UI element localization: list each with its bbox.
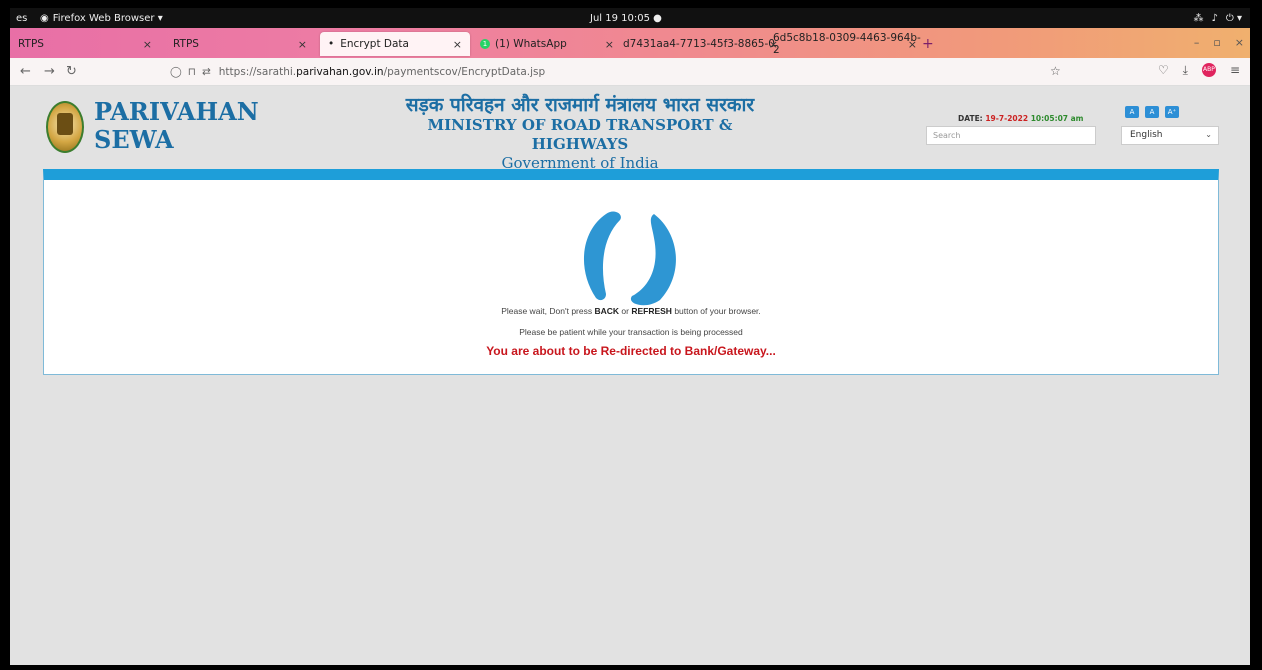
tab-dot-icon: • bbox=[328, 38, 335, 50]
wait-pre: Please wait, Don't press bbox=[501, 306, 595, 316]
date-display: DATE: 19-7-2022 10:05:07 am bbox=[958, 114, 1084, 123]
tab-label: (1) WhatsApp bbox=[495, 38, 567, 50]
bookmark-star-icon[interactable]: ☆ bbox=[1050, 64, 1061, 78]
forward-arrow-icon[interactable]: → bbox=[44, 64, 55, 79]
or-word: or bbox=[619, 306, 632, 316]
back-arrow-icon[interactable]: ← bbox=[20, 64, 31, 79]
minimize-icon[interactable]: – bbox=[1194, 36, 1200, 49]
toolbar-icons: ♡ ⤓ ABP ≡ bbox=[1158, 63, 1240, 78]
brand-line1: PARIVAHAN bbox=[94, 97, 259, 126]
reload-icon[interactable]: ↻ bbox=[66, 64, 77, 79]
url-text: https://sarathi.parivahan.gov.in/payment… bbox=[219, 66, 545, 78]
close-icon[interactable]: × bbox=[143, 38, 152, 51]
permissions-icon: ⇄ bbox=[201, 66, 211, 78]
close-icon[interactable]: × bbox=[298, 38, 307, 51]
activities-button[interactable]: es bbox=[16, 13, 27, 24]
close-icon[interactable]: × bbox=[908, 38, 917, 51]
tab-label: RTPS bbox=[173, 38, 199, 50]
clock[interactable]: Jul 19 10:05 ● bbox=[590, 13, 662, 24]
address-bar[interactable]: ◯ ⊓ ⇄ https://sarathi.parivahan.gov.in/p… bbox=[170, 61, 1070, 83]
ministry-header: सड़क परिवहन और राजमार्ग मंत्रालय भारत सर… bbox=[380, 94, 780, 172]
tab-uuid-2[interactable]: 6d5c8b18-0309-4463-964b-2 × bbox=[765, 32, 925, 56]
national-emblem-logo bbox=[46, 101, 84, 153]
brand-line2: SEWA bbox=[94, 125, 174, 154]
tab-whatsapp[interactable]: 1 (1) WhatsApp × bbox=[472, 32, 622, 56]
url-prefix: https://sarathi. bbox=[218, 66, 297, 78]
search-input[interactable]: Search bbox=[926, 126, 1096, 145]
font-normal-button[interactable]: A bbox=[1145, 106, 1159, 118]
shield-icon: ◯ bbox=[170, 66, 182, 78]
web-page: PARIVAHAN SEWA सड़क परिवहन और राजमार्ग म… bbox=[10, 86, 1250, 665]
tab-rtps-2[interactable]: RTPS × bbox=[165, 32, 315, 56]
close-window-icon[interactable]: × bbox=[1235, 36, 1244, 49]
close-icon[interactable]: × bbox=[453, 38, 462, 51]
menu-icon[interactable]: ≡ bbox=[1230, 63, 1240, 78]
redirect-message: You are about to be Re-directed to Bank/… bbox=[486, 344, 776, 358]
wait-message: Please wait, Don't press BACK or REFRESH… bbox=[44, 306, 1218, 316]
tab-rtps-1[interactable]: RTPS × bbox=[10, 32, 160, 56]
patience-message: Please be patient while your transaction… bbox=[519, 327, 743, 337]
download-icon[interactable]: ⤓ bbox=[1183, 63, 1188, 78]
app-menu[interactable]: ◉ Firefox Web Browser ▾ bbox=[40, 13, 163, 24]
close-icon[interactable]: × bbox=[605, 38, 614, 51]
screen-frame: es ◉ Firefox Web Browser ▾ Jul 19 10:05 … bbox=[0, 0, 1262, 670]
loading-spinner bbox=[583, 211, 676, 306]
tab-label: 6d5c8b18-0309-4463-964b-2 bbox=[773, 32, 921, 56]
adblock-icon[interactable]: ABP bbox=[1201, 63, 1216, 77]
power-icon: ⏻ ▾ bbox=[1225, 12, 1242, 24]
brand-logo[interactable]: PARIVAHAN SEWA bbox=[94, 98, 259, 154]
navigation-bar: ← → ↻ ◯ ⊓ ⇄ https://sarathi.parivahan.go… bbox=[10, 58, 1250, 86]
system-tray[interactable]: ⁂ ♪ ⏻ ▾ bbox=[1194, 13, 1243, 24]
language-value: English bbox=[1130, 130, 1163, 140]
font-increase-button[interactable]: A⁺ bbox=[1165, 106, 1179, 118]
time-value: 10:05:07 am bbox=[1030, 114, 1084, 123]
tab-label: Encrypt Data bbox=[340, 38, 409, 50]
chevron-down-icon: ⌄ bbox=[1205, 130, 1212, 139]
tab-label: RTPS bbox=[18, 38, 44, 50]
processing-panel: Please wait, Don't press BACK or REFRESH… bbox=[43, 169, 1219, 375]
hindi-title: सड़क परिवहन और राजमार्ग मंत्रालय भारत सर… bbox=[405, 94, 755, 116]
english-title: MINISTRY OF ROAD TRANSPORT & HIGHWAYS bbox=[427, 116, 733, 153]
volume-icon: ♪ bbox=[1211, 12, 1218, 24]
url-path: /paymentscov/EncryptData.jsp bbox=[383, 66, 546, 78]
tab-bar: RTPS × RTPS × • Encrypt Data × 1 (1) Wha… bbox=[10, 28, 1250, 58]
url-domain: parivahan.gov.in bbox=[296, 66, 384, 78]
date-label: DATE: bbox=[958, 114, 983, 123]
whatsapp-icon: 1 bbox=[480, 39, 490, 49]
refresh-word: REFRESH bbox=[631, 306, 672, 316]
lock-icon: ⊓ bbox=[187, 66, 196, 78]
tab-encrypt-data[interactable]: • Encrypt Data × bbox=[320, 32, 470, 56]
system-top-bar: es ◉ Firefox Web Browser ▾ Jul 19 10:05 … bbox=[10, 8, 1250, 28]
desktop: es ◉ Firefox Web Browser ▾ Jul 19 10:05 … bbox=[10, 8, 1250, 665]
language-select[interactable]: English ⌄ bbox=[1121, 126, 1219, 145]
tab-uuid-1[interactable]: d7431aa4-7713-45f3-8865-0 × bbox=[615, 32, 780, 56]
font-decrease-button[interactable]: A bbox=[1125, 106, 1139, 118]
maximize-icon[interactable]: ▫ bbox=[1213, 36, 1220, 49]
tab-label: d7431aa4-7713-45f3-8865-0 bbox=[623, 38, 775, 50]
date-value: 19-7-2022 bbox=[985, 114, 1029, 123]
new-tab-button[interactable]: + bbox=[922, 36, 934, 52]
app-menu-label: Firefox Web Browser ▾ bbox=[52, 12, 163, 24]
pocket-icon[interactable]: ♡ bbox=[1158, 63, 1169, 78]
font-size-controls: A A A⁺ bbox=[1125, 106, 1179, 118]
wait-post: button of your browser. bbox=[671, 306, 761, 316]
network-icon: ⁂ bbox=[1193, 12, 1204, 24]
window-controls: – ▫ × bbox=[1194, 36, 1244, 49]
firefox-icon: ◉ bbox=[40, 12, 49, 24]
back-word: BACK bbox=[594, 306, 620, 316]
